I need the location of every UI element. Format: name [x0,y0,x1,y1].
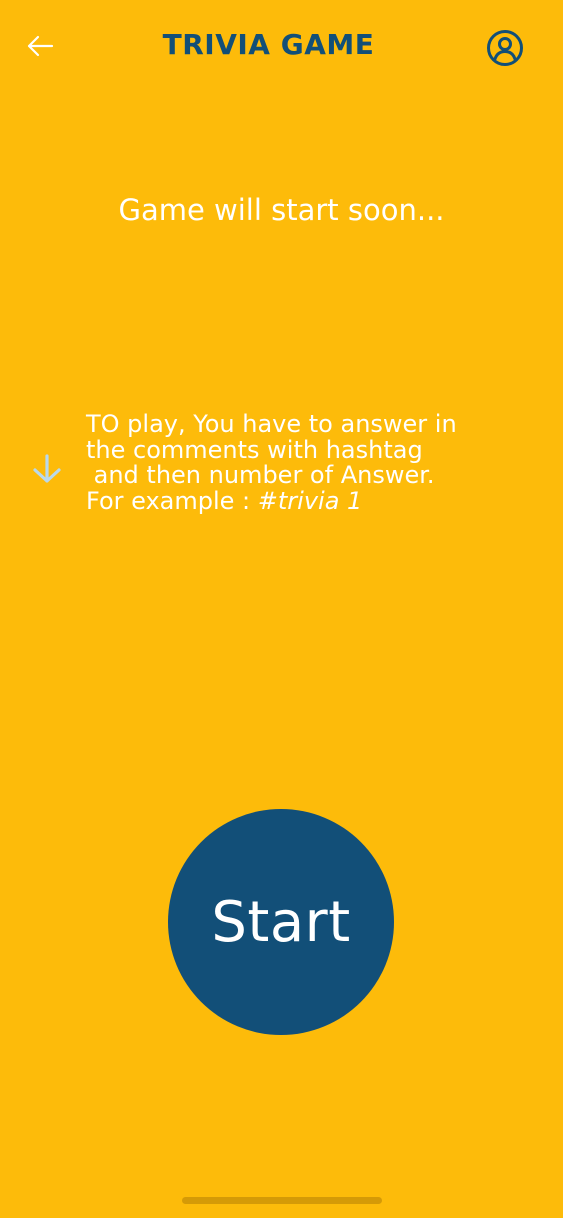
page-title: TRIVIA GAME [162,28,375,61]
hashtag-example: #trivia 1 [257,486,363,515]
start-button[interactable]: Start [168,809,394,1035]
instructions-block: TO play, You have to answer in the comme… [0,410,563,532]
game-status-text: Game will start soon... [118,193,445,227]
app-header: TRIVIA GAME [0,0,563,96]
instructions-text: TO play, You have to answer in the comme… [86,410,546,515]
user-circle-icon [487,30,523,66]
instructions-line-3: and then number of Answer. [86,461,435,489]
start-button-label: Start [211,889,351,955]
instructions-line-2: the comments with hashtag [86,435,423,464]
instructions-line-1: TO play, You have to answer in [86,410,457,438]
home-indicator[interactable] [182,1197,382,1204]
instructions-line-4-prefix: For example : [86,486,258,515]
arrow-down-icon [33,454,61,483]
profile-button[interactable] [484,27,526,69]
